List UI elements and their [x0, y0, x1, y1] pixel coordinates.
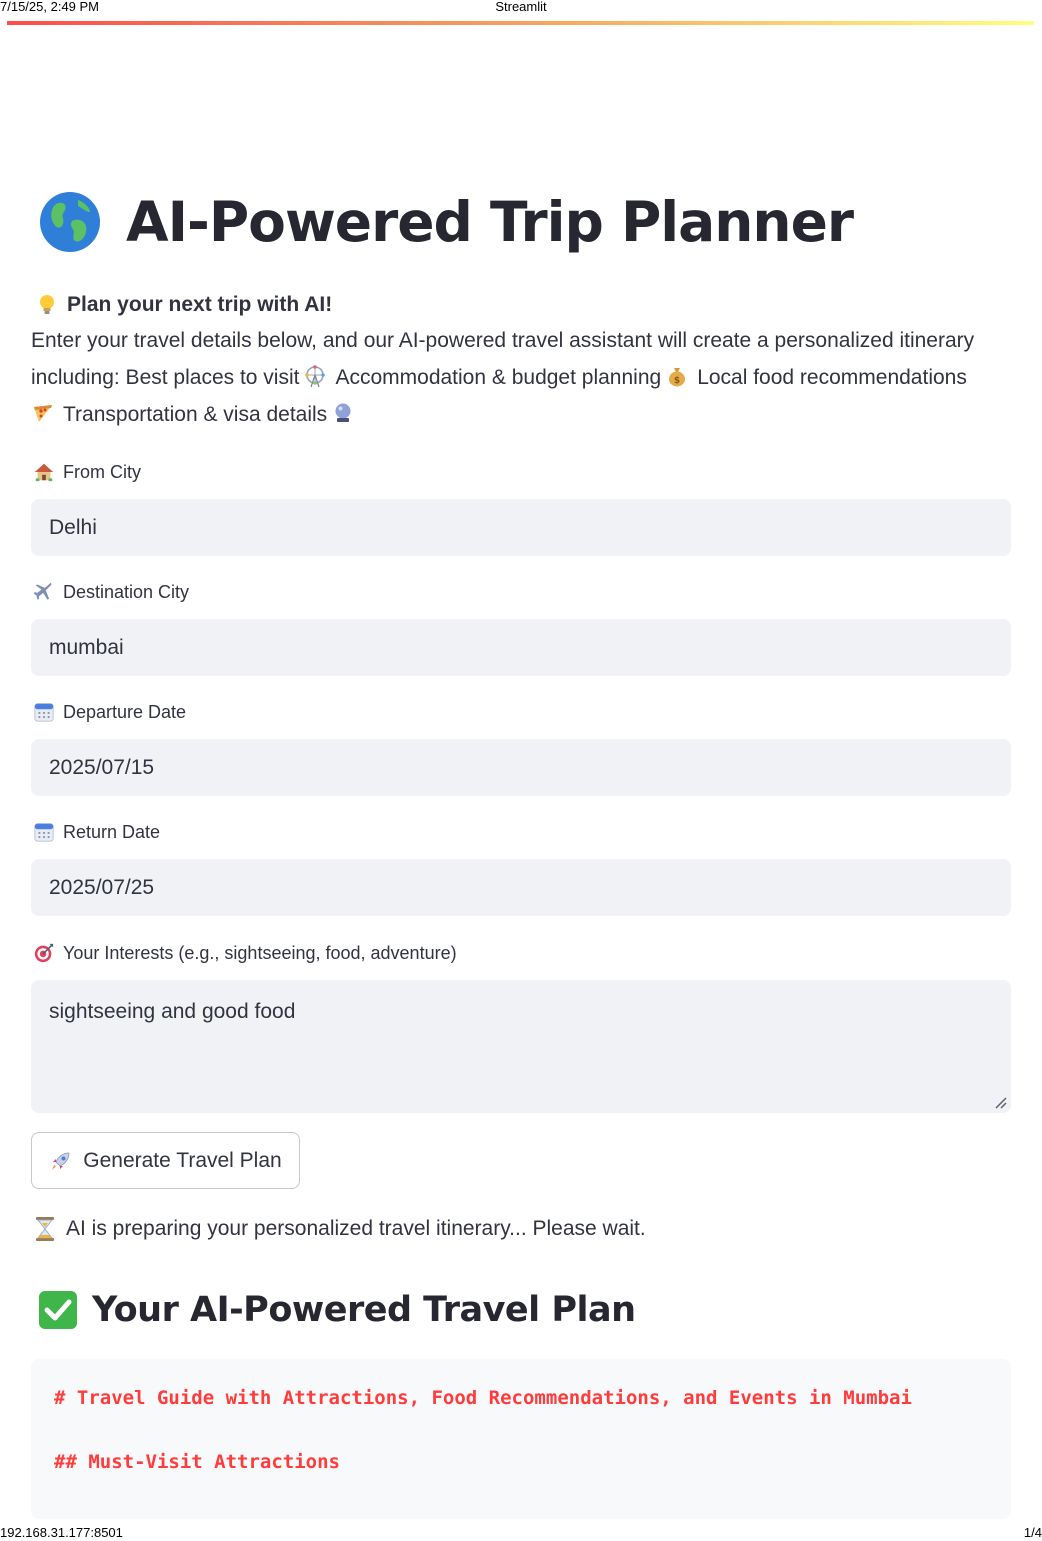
print-page-number: 1/4 — [1023, 1525, 1042, 1540]
departure-date-label: Departure Date — [31, 699, 1011, 725]
generate-travel-plan-button[interactable]: Generate Travel Plan — [31, 1132, 300, 1189]
money-bag-icon: $ — [669, 368, 686, 387]
destination-city-input[interactable]: mumbai — [31, 619, 1011, 676]
departure-date-field: Departure Date 2025/07/15 — [31, 699, 1011, 796]
resize-handle-icon[interactable] — [993, 1095, 1007, 1109]
destination-city-label-text: Destination City — [63, 581, 190, 602]
intro-lead: Plan your next trip with AI! — [67, 293, 333, 316]
intro-text: Plan your next trip with AI! Enter your … — [31, 288, 1021, 433]
page-title: AI-Powered Trip Planner — [126, 190, 854, 254]
svg-text:$: $ — [674, 376, 680, 386]
calendar-icon — [34, 703, 54, 722]
hourglass-icon — [36, 1217, 54, 1241]
departure-date-input[interactable]: 2025/07/15 — [31, 739, 1011, 796]
result-title-row: Your AI-Powered Travel Plan — [38, 1290, 636, 1330]
interests-label-text: Your Interests (e.g., sightseeing, food,… — [63, 942, 457, 963]
target-icon — [34, 943, 54, 963]
generate-travel-plan-label: Generate Travel Plan — [83, 1148, 282, 1172]
travel-plan-code-block: # Travel Guide with Attractions, Food Re… — [31, 1359, 1011, 1519]
intro-line-1: Enter your travel details below, and our… — [31, 329, 975, 352]
intro-line-2-part-b: Accommodation & budget planning — [335, 366, 662, 389]
status-text: AI is preparing your personalized travel… — [66, 1217, 646, 1240]
page-title-row: AI-Powered Trip Planner — [38, 190, 854, 254]
interests-field: Your Interests (e.g., sightseeing, food,… — [31, 940, 1011, 1113]
interests-label: Your Interests (e.g., sightseeing, food,… — [31, 940, 1011, 966]
intro-line-2: including: Best places to visit Accommod… — [31, 359, 1021, 396]
pizza-icon — [34, 405, 52, 422]
from-city-field: From City Delhi — [31, 459, 1011, 556]
return-date-input[interactable]: 2025/07/25 — [31, 859, 1011, 916]
print-page-title: Streamlit — [495, 0, 547, 14]
check-mark-icon — [39, 1291, 77, 1329]
print-header: 7/15/25, 2:49 PM Streamlit — [0, 0, 1042, 14]
globe-icon — [40, 192, 100, 252]
from-city-label-text: From City — [63, 461, 141, 482]
crystal-ball-icon — [335, 403, 351, 422]
ferris-wheel-icon — [305, 365, 326, 388]
interests-textarea[interactable]: sightseeing and good food — [31, 980, 1011, 1113]
destination-city-label: Destination City — [31, 579, 1011, 605]
code-line: ## Must-Visit Attractions — [54, 1451, 340, 1473]
departure-date-label-text: Departure Date — [63, 701, 187, 722]
from-city-label: From City — [31, 459, 1011, 485]
return-date-label-text: Return Date — [63, 821, 161, 842]
house-icon — [34, 463, 54, 482]
result-title: Your AI-Powered Travel Plan — [92, 1290, 636, 1330]
intro-line-2-part-a: including: Best places to visit — [31, 366, 300, 389]
airplane-icon — [33, 582, 52, 600]
code-line: # Travel Guide with Attractions, Food Re… — [54, 1387, 912, 1409]
intro-line-3: Transportation & visa details — [31, 396, 1021, 433]
return-date-field: Return Date 2025/07/25 — [31, 819, 1011, 916]
rocket-icon — [52, 1152, 70, 1170]
status-message: AI is preparing your personalized travel… — [34, 1216, 646, 1242]
lightbulb-icon — [40, 295, 54, 314]
print-footer: 192.168.31.177:8501 1/4 — [0, 1525, 1042, 1541]
destination-city-field: Destination City mumbai — [31, 579, 1011, 676]
from-city-input[interactable]: Delhi — [31, 499, 1011, 556]
intro-line-2-part-c: Local food recommendations — [697, 366, 967, 389]
calendar-icon — [34, 823, 54, 842]
print-url: 192.168.31.177:8501 — [0, 1525, 123, 1540]
top-decoration-bar — [7, 21, 1034, 25]
return-date-label: Return Date — [31, 819, 1011, 845]
interests-value: sightseeing and good food — [49, 1000, 296, 1023]
intro-line-3-text: Transportation & visa details — [63, 403, 328, 426]
